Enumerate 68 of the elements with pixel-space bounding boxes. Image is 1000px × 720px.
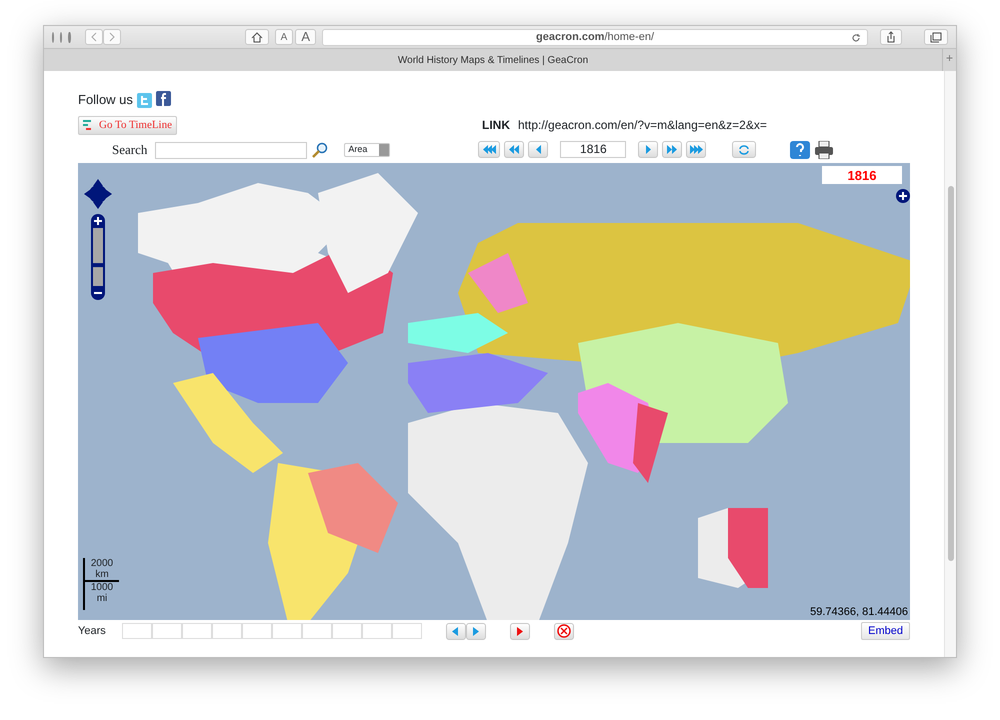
- coordinates-text: 59.74366, 81.44406: [810, 604, 908, 620]
- larger-text-button[interactable]: A: [295, 29, 316, 45]
- back-fast-button[interactable]: [504, 141, 524, 158]
- triangle-right-icon: [644, 145, 652, 154]
- scale-distance-text: 2000: [90, 558, 114, 569]
- double-right-arrow-icon: [666, 145, 678, 154]
- tabs-button[interactable]: [924, 29, 948, 45]
- share-button[interactable]: [880, 29, 902, 45]
- next-button[interactable]: [466, 622, 486, 640]
- scale-unit-text: km: [85, 569, 119, 582]
- zoom-slider-thumb[interactable]: [91, 263, 105, 268]
- forward-button[interactable]: [638, 141, 658, 158]
- list-lines-icon: [83, 120, 92, 130]
- forward-fast-button[interactable]: [662, 141, 682, 158]
- triangle-right-icon: [472, 626, 480, 636]
- triple-left-arrow-icon: [481, 145, 498, 154]
- triple-right-arrow-icon: [688, 145, 704, 154]
- close-window-icon[interactable]: [52, 32, 54, 42]
- first-button[interactable]: [478, 141, 500, 158]
- refresh-icon: [739, 144, 750, 155]
- previous-button[interactable]: [446, 622, 466, 640]
- house-icon: [250, 32, 263, 42]
- back-button[interactable]: [84, 29, 103, 45]
- scrollbar-thumb[interactable]: [948, 186, 954, 561]
- minimize-window-icon[interactable]: [60, 32, 62, 42]
- go-to-timeline-button[interactable]: Go To TimeLine: [78, 116, 177, 134]
- reload-icon[interactable]: [851, 32, 861, 42]
- triangle-left-icon: [534, 145, 542, 154]
- link-field[interactable]: http://geacron.com/en/?v=m&lang=en&z=2&x=: [518, 116, 773, 134]
- area-select[interactable]: Area: [344, 143, 390, 157]
- back-button[interactable]: [528, 141, 548, 158]
- last-button[interactable]: [686, 141, 706, 158]
- chevron-left-icon: [90, 32, 97, 42]
- search-field[interactable]: [155, 142, 308, 158]
- years-label: Years: [78, 624, 106, 639]
- map[interactable]: 1816 2000 km 1000 mi 59.74366, 81.44406: [78, 163, 910, 620]
- chevron-right-icon: [108, 32, 115, 42]
- triangle-left-icon: [452, 626, 460, 636]
- zoom-window-icon[interactable]: [68, 32, 71, 42]
- address-bar[interactable]: geacron.com/home-en/: [322, 28, 868, 46]
- search-icon[interactable]: [311, 142, 328, 158]
- f-logo-icon[interactable]: [156, 90, 171, 106]
- scale-unit-text: mi: [96, 593, 108, 604]
- forward-button[interactable]: [102, 29, 121, 45]
- play-button[interactable]: [510, 622, 530, 640]
- plus-icon[interactable]: [896, 189, 910, 203]
- tabs-icon: [930, 32, 942, 42]
- swap-button[interactable]: [732, 141, 756, 158]
- year-field[interactable]: 1816: [560, 141, 626, 158]
- cancel-icon: [556, 624, 571, 638]
- zoom-slider[interactable]: [90, 214, 106, 300]
- pan-control-icon[interactable]: [83, 178, 113, 210]
- scale-distance-text: 1000: [90, 582, 114, 593]
- home-button[interactable]: [244, 29, 269, 45]
- smaller-text-button[interactable]: A: [274, 29, 294, 45]
- url-text: geacron.com/home-en/: [536, 30, 654, 42]
- year-badge: 1816: [822, 166, 902, 184]
- double-left-arrow-icon: [508, 145, 520, 154]
- printer-icon[interactable]: [814, 141, 834, 160]
- share-icon: [886, 31, 896, 43]
- search-label: Search: [112, 141, 148, 160]
- tab-title[interactable]: World History Maps & Timelines | GeaCron: [44, 52, 942, 68]
- follow-label: Follow us: [78, 91, 133, 110]
- embed-button[interactable]: Embed: [861, 622, 910, 640]
- link-label: LINK: [482, 117, 510, 134]
- stop-button[interactable]: [554, 622, 574, 640]
- help-icon[interactable]: [790, 141, 810, 160]
- triangle-right-icon: [516, 626, 524, 636]
